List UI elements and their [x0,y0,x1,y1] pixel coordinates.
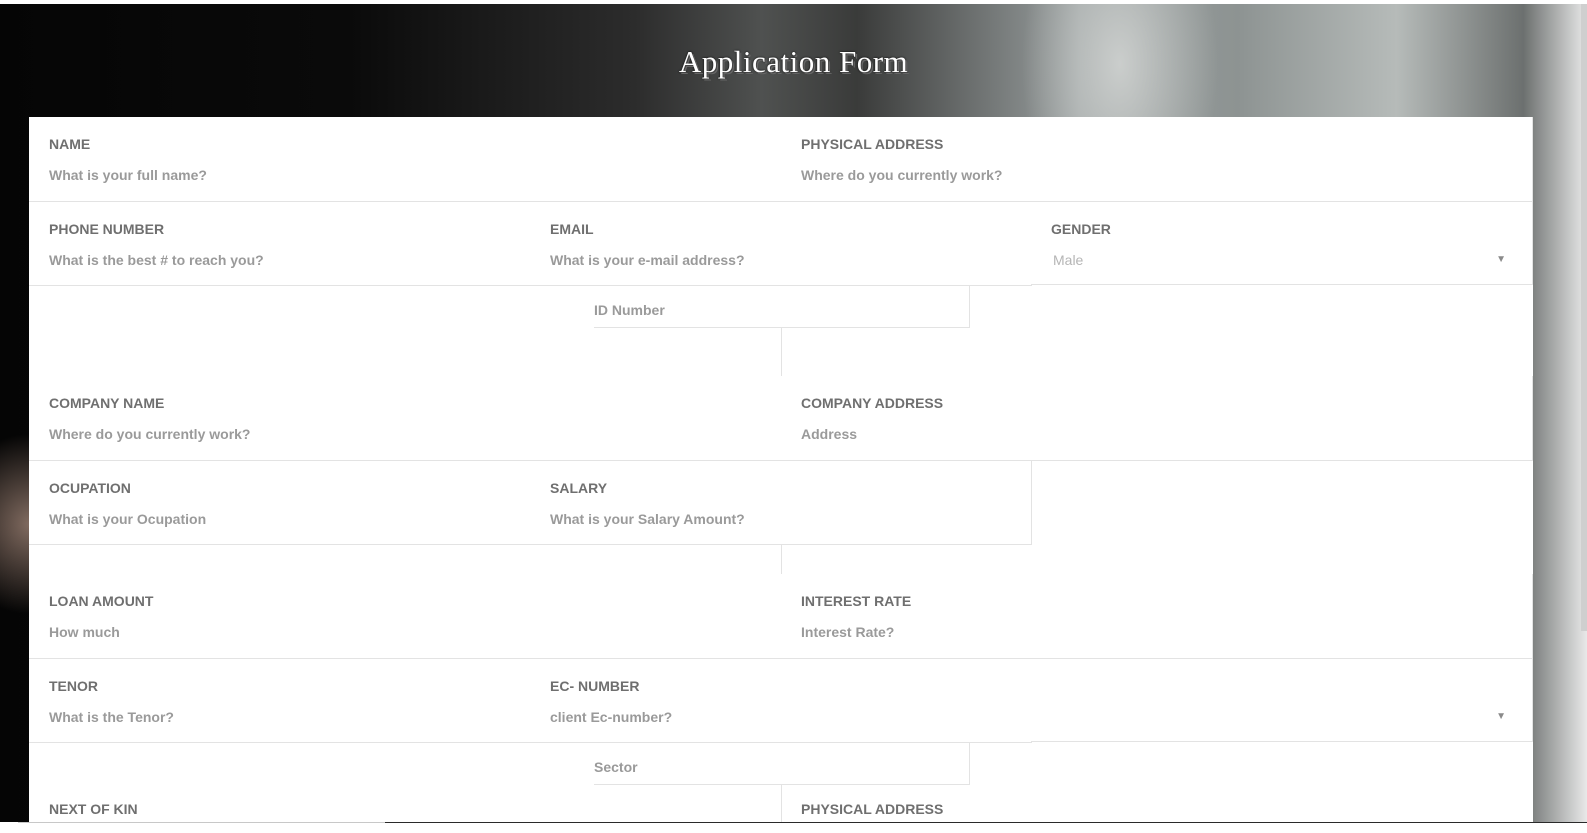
loan-amount-input[interactable]: How much [49,624,120,640]
loan-amount-field[interactable]: LOAN AMOUNT How much [29,574,782,659]
salary-input[interactable]: What is your Salary Amount? [550,511,745,527]
top-strip [0,0,1587,4]
gender-label: GENDER [1051,221,1111,237]
salary-field[interactable]: SALARY What is your Salary Amount? [530,461,1032,545]
physical-address-field[interactable]: PHYSICAL ADDRESS Where do you currently … [781,117,1533,202]
interest-rate-field[interactable]: INTEREST RATE Interest Rate? [781,574,1533,659]
empty-select-field[interactable]: ▼ [1031,659,1533,742]
email-field[interactable]: EMAIL What is your e-mail address? [530,202,1032,286]
bottom-edge [0,822,1587,833]
application-form: NAME What is your full name? PHYSICAL AD… [29,117,1533,833]
company-address-input[interactable]: Address [801,426,857,442]
ec-number-input[interactable]: client Ec-number? [550,709,672,725]
phone-number-label: PHONE NUMBER [49,221,165,237]
tenor-label: TENOR [49,678,98,694]
id-number-field[interactable]: ID Number [594,286,970,328]
scrollbar[interactable] [1581,4,1587,631]
company-name-input[interactable]: Where do you currently work? [49,426,250,442]
loan-amount-label: LOAN AMOUNT [49,593,154,609]
spacer [29,375,781,376]
sector-field[interactable]: Sector [594,743,970,785]
page-title: Application Form [678,44,909,79]
ec-number-label: EC- NUMBER [550,678,640,694]
phone-number-field[interactable]: PHONE NUMBER What is the best # to reach… [29,202,531,286]
gender-select[interactable]: Male [1053,252,1083,268]
sector-input[interactable]: Sector [594,759,638,775]
company-address-label: COMPANY ADDRESS [801,395,944,411]
occupation-field[interactable]: OCUPATION What is your Ocupation [29,461,531,545]
ec-number-field[interactable]: EC- NUMBER client Ec-number? [530,659,1032,743]
next-of-kin-address-label: PHYSICAL ADDRESS [801,801,944,817]
tenor-input[interactable]: What is the Tenor? [49,709,174,725]
chevron-down-icon[interactable]: ▼ [1496,711,1506,722]
next-of-kin-label: NEXT OF KIN [49,801,138,817]
email-input[interactable]: What is your e-mail address? [550,252,745,268]
id-number-input[interactable]: ID Number [594,302,665,318]
name-input[interactable]: What is your full name? [49,167,207,183]
phone-number-input[interactable]: What is the best # to reach you? [49,252,264,268]
interest-rate-label: INTEREST RATE [801,593,912,609]
company-name-label: COMPANY NAME [49,395,165,411]
physical-address-input[interactable]: Where do you currently work? [801,167,1002,183]
tenor-field[interactable]: TENOR What is the Tenor? [29,659,531,743]
interest-rate-input[interactable]: Interest Rate? [801,624,894,640]
salary-label: SALARY [550,480,608,496]
name-field[interactable]: NAME What is your full name? [29,117,782,202]
company-address-field[interactable]: COMPANY ADDRESS Address [781,376,1533,461]
company-name-field[interactable]: COMPANY NAME Where do you currently work… [29,376,782,461]
occupation-label: OCUPATION [49,480,131,496]
gender-field[interactable]: GENDER Male ▼ [1031,202,1533,285]
chevron-down-icon[interactable]: ▼ [1496,254,1506,265]
physical-address-label: PHYSICAL ADDRESS [801,136,944,152]
name-label: NAME [49,136,91,152]
email-label: EMAIL [550,221,594,237]
occupation-input[interactable]: What is your Ocupation [49,511,206,527]
